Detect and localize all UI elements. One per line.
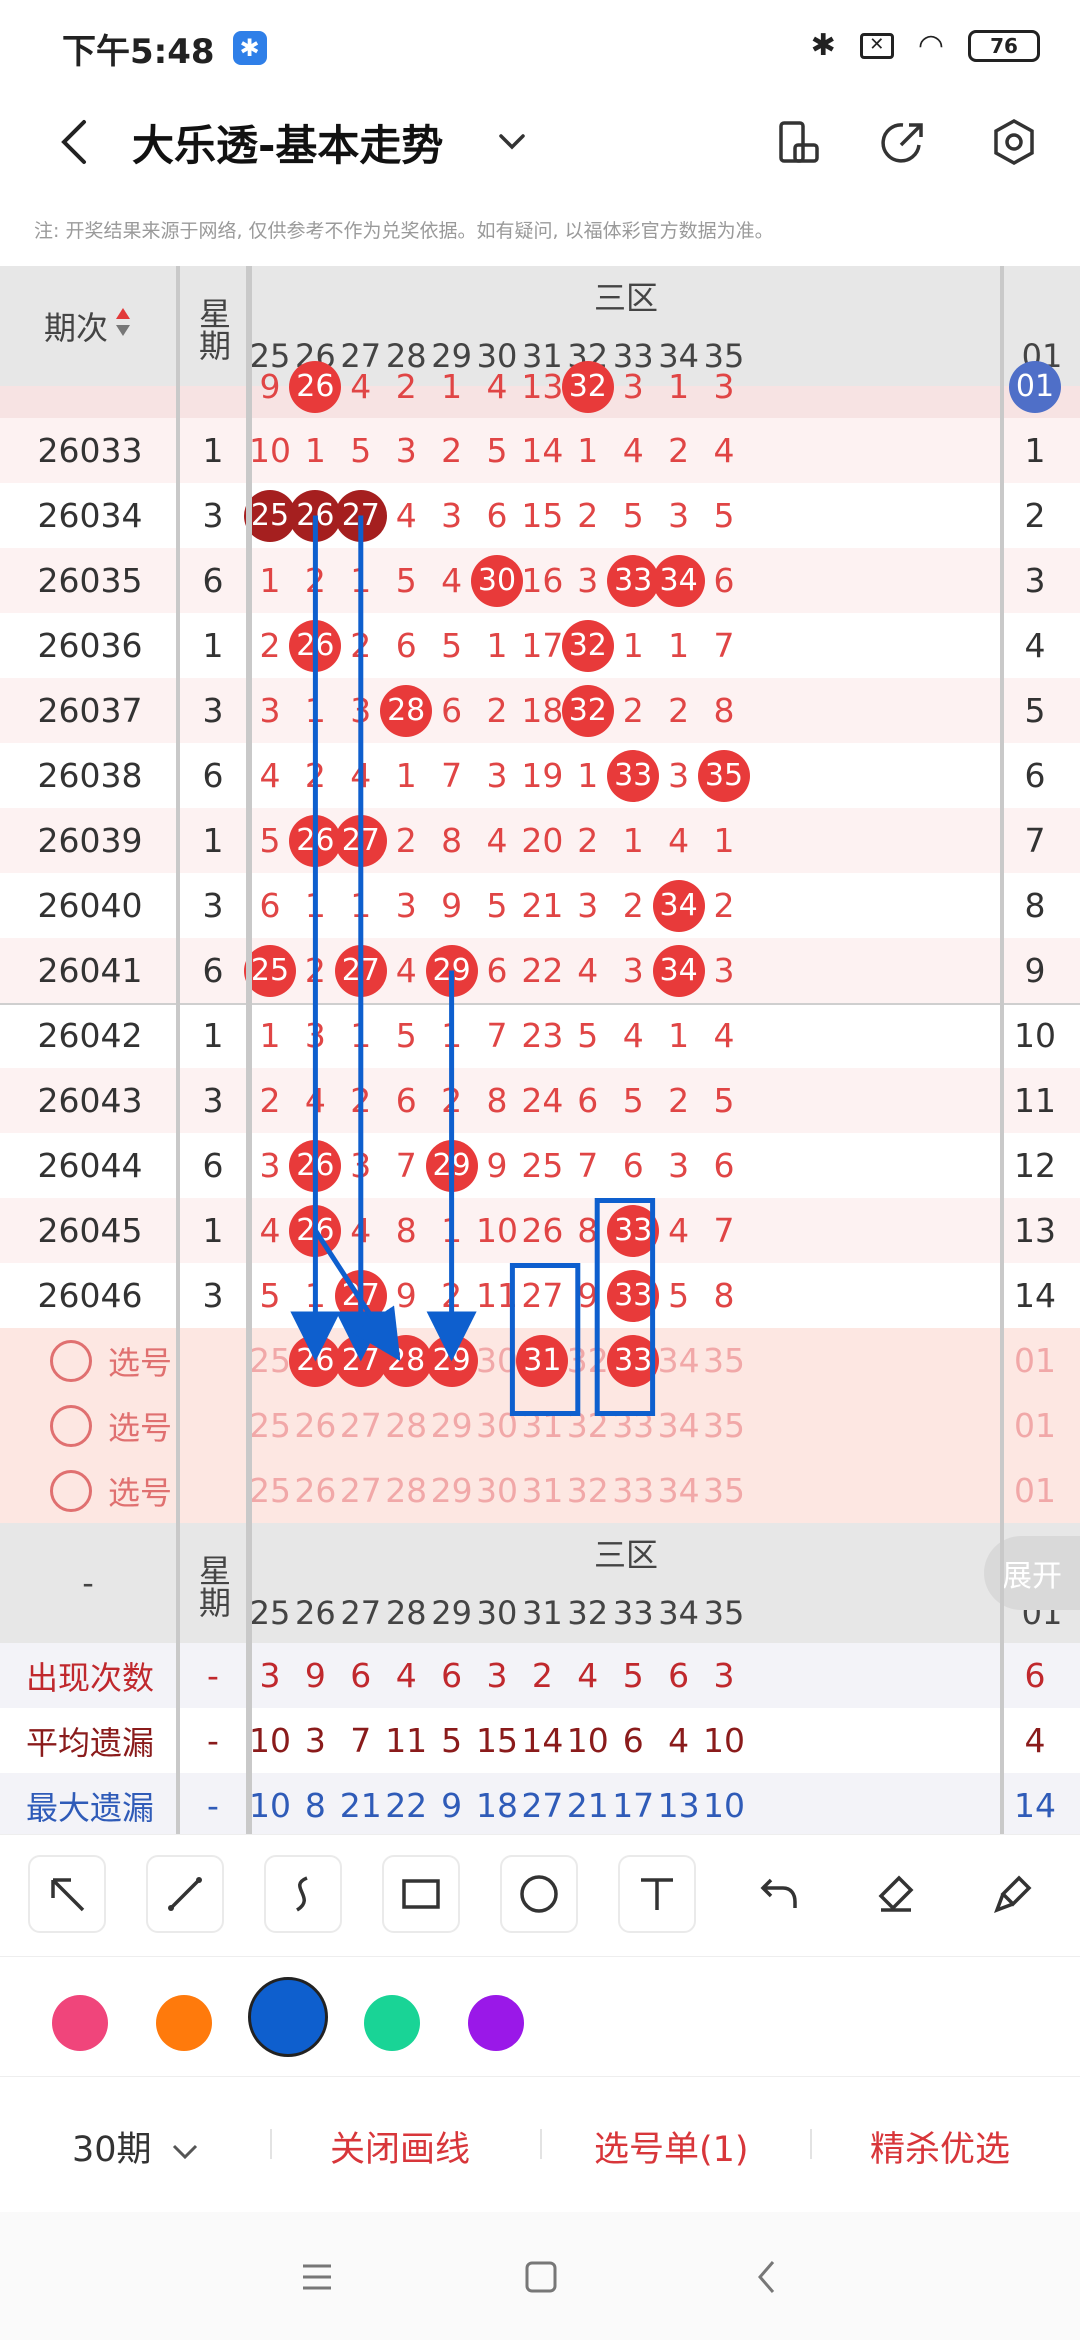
text-tool-button[interactable] bbox=[618, 1855, 696, 1933]
system-navbar bbox=[0, 2212, 1080, 2340]
rotate-screen-icon bbox=[779, 121, 819, 163]
drawing-overlay bbox=[290, 515, 656, 1416]
rectangle-tool-icon bbox=[402, 1879, 440, 1909]
back-triangle-icon bbox=[758, 2261, 775, 2293]
home-nav-button[interactable] bbox=[516, 2252, 566, 2302]
text-tool-icon bbox=[641, 1878, 673, 1910]
precise-kill-button[interactable]: 精杀优选 bbox=[870, 2121, 1010, 2172]
back-button[interactable] bbox=[44, 112, 104, 172]
undo-button[interactable] bbox=[740, 1855, 818, 1933]
color-pink-swatch[interactable] bbox=[52, 1995, 108, 2051]
clear-button[interactable] bbox=[974, 1855, 1052, 1933]
periods-label: 30期 bbox=[72, 2130, 152, 2170]
drawing-toolbar bbox=[0, 1834, 1080, 1954]
chevron-down-icon bbox=[499, 134, 525, 150]
close-lines-button[interactable]: 关闭画线 bbox=[330, 2121, 470, 2172]
status-icons: ✱ ✕ ◠ 76 bbox=[811, 28, 1040, 63]
color-purple-swatch[interactable] bbox=[468, 1995, 524, 2051]
status-time: 下午5:48 bbox=[62, 31, 215, 72]
chevron-down-icon bbox=[172, 2144, 197, 2160]
back-nav-button[interactable] bbox=[742, 2252, 792, 2302]
sim-icon: ✕ bbox=[859, 32, 894, 59]
column-divider bbox=[176, 266, 180, 1834]
clear-brush-icon bbox=[994, 1875, 1032, 1913]
separator bbox=[540, 2129, 542, 2159]
drawn-rectangle[interactable] bbox=[594, 1198, 656, 1416]
settings-button[interactable] bbox=[986, 114, 1042, 170]
periods-dropdown[interactable]: 30期 bbox=[72, 2121, 199, 2172]
header: 大乐透-基本走势 bbox=[0, 96, 1080, 188]
rectangle-tool-button[interactable] bbox=[382, 1855, 460, 1933]
color-palette bbox=[0, 1956, 1080, 2074]
page-title[interactable]: 大乐透-基本走势 bbox=[132, 112, 443, 173]
separator bbox=[270, 2129, 272, 2159]
column-divider bbox=[246, 266, 252, 1834]
circle-tool-icon bbox=[520, 1875, 558, 1913]
undo-icon bbox=[760, 1878, 797, 1908]
home-square-icon bbox=[525, 2261, 557, 2293]
menu-nav-button[interactable] bbox=[292, 2252, 342, 2302]
disclaimer-note: 注: 开奖结果来源于网络, 仅供参考不作为兑奖依据。如有疑问, 以福体彩官方数据… bbox=[34, 220, 774, 242]
menu-icon bbox=[303, 2264, 331, 2290]
expand-button[interactable]: 展开 bbox=[984, 1536, 1080, 1610]
eraser-button[interactable] bbox=[856, 1855, 934, 1933]
separator bbox=[810, 2129, 812, 2159]
wifi-icon: ◠ bbox=[917, 28, 944, 63]
status-bar: 下午5:48 ✱ ✱ ✕ ◠ 76 bbox=[0, 0, 1080, 96]
bluetooth-badge-icon: ✱ bbox=[232, 31, 267, 65]
drawn-rectangle[interactable] bbox=[509, 1263, 581, 1416]
curve-tool-button[interactable] bbox=[264, 1855, 342, 1933]
rotate-screen-button[interactable] bbox=[770, 114, 826, 170]
color-blue-swatch[interactable] bbox=[248, 1977, 328, 2057]
share-icon bbox=[881, 123, 923, 163]
bluetooth-icon: ✱ bbox=[810, 28, 836, 63]
settings-hexagon-icon bbox=[994, 118, 1034, 166]
arrow-tool-icon bbox=[51, 1878, 85, 1912]
back-icon bbox=[61, 120, 86, 164]
color-green-swatch[interactable] bbox=[364, 1995, 420, 2051]
share-button[interactable] bbox=[876, 114, 932, 170]
drawn-arrow[interactable] bbox=[313, 1229, 401, 1362]
title-dropdown-button[interactable] bbox=[490, 120, 534, 164]
column-divider bbox=[1000, 266, 1004, 1834]
eraser-icon bbox=[878, 1875, 914, 1912]
selection-list-button[interactable]: 选号单(1) bbox=[594, 2121, 749, 2172]
bottom-bar: 30期 关闭画线 选号单(1) 精杀优选 bbox=[0, 2076, 1080, 2212]
battery-icon: 76 bbox=[968, 29, 1040, 62]
curve-tool-icon bbox=[295, 1876, 308, 1912]
arrow-tool-button[interactable] bbox=[28, 1855, 106, 1933]
trend-table: 期次 星期 三区 25 26 27 28 29 30 31 32 33 34 35 01 9 26 4 2 1 4 13 3… bbox=[0, 266, 1080, 1834]
line-tool-button[interactable] bbox=[146, 1855, 224, 1933]
circle-tool-button[interactable] bbox=[500, 1855, 578, 1933]
color-orange-swatch[interactable] bbox=[156, 1995, 212, 2051]
line-tool-icon bbox=[168, 1877, 202, 1911]
